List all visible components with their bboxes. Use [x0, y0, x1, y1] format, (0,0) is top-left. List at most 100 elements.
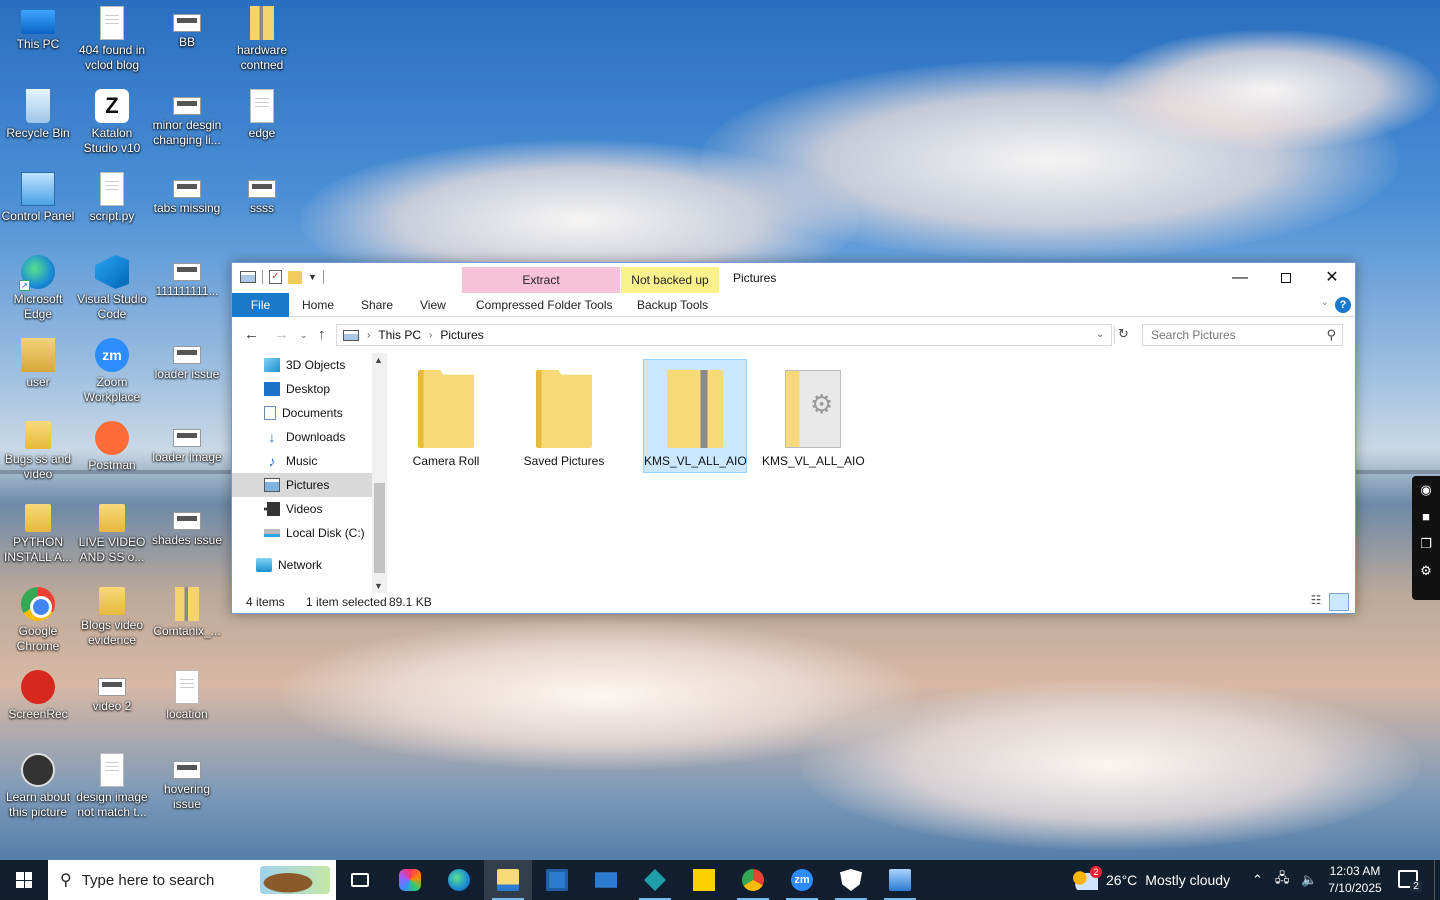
desktop-icon-blogs-video[interactable]: Blogs video evidence [74, 581, 150, 648]
maximize-button[interactable] [1263, 263, 1309, 293]
tab-backup-tools[interactable]: Backup Tools [627, 293, 718, 317]
desktop-icon-microsoft-edge[interactable]: ↗ Microsoft Edge [0, 249, 76, 322]
desktop-icon-screenrec[interactable]: ScreenRec [0, 664, 76, 722]
taskbar-search-box[interactable]: ⚲ Type here to search [48, 860, 336, 900]
nav-pane-scrollbar[interactable]: ▲ ▼ [372, 353, 387, 593]
title-bar[interactable]: ✓ ▼ Extract Not backed up Pictures — ✕ [232, 263, 1355, 293]
taskbar-copilot[interactable] [386, 860, 434, 900]
desktop-icon-design-image[interactable]: design image not match t... [74, 747, 150, 820]
taskbar-sticky-notes[interactable] [680, 860, 728, 900]
notification-center-button[interactable]: 2 [1398, 870, 1422, 892]
desktop-icon-shades-issue[interactable]: shades issue [149, 498, 225, 548]
nav-item-videos[interactable]: Videos [232, 497, 372, 521]
desktop-icon-bb[interactable]: BB [149, 0, 225, 50]
desktop-icon-this-pc[interactable]: This PC [0, 0, 76, 52]
expand-ribbon-icon[interactable]: ⌄ [1321, 297, 1329, 308]
taskbar-remote-desktop[interactable] [876, 860, 924, 900]
refresh-button[interactable]: ↻ [1114, 326, 1132, 344]
chevron-right-icon[interactable]: › [429, 330, 432, 341]
breadcrumb-pictures[interactable]: Pictures [440, 328, 483, 342]
desktop-icon-live-video[interactable]: LIVE VIDEO AND SS o... [74, 498, 150, 565]
chevron-right-icon[interactable]: › [367, 330, 370, 341]
desktop-icon-control-panel[interactable]: Control Panel [0, 166, 76, 224]
weather-widget[interactable]: 2 26°C Mostly cloudy [1072, 860, 1230, 900]
nav-item-pictures[interactable]: Pictures [232, 473, 372, 497]
desktop-icon-111111111[interactable]: 111111111... [149, 249, 225, 299]
desktop-icon-hardware-contned[interactable]: hardware contned [224, 0, 300, 73]
search-input[interactable]: Search Pictures ⚲ [1142, 324, 1343, 346]
desktop-icon-minor-desgin[interactable]: minor desgin changing li... [149, 83, 225, 148]
desktop-icon-zoom[interactable]: zm Zoom Workplace [74, 332, 150, 405]
close-button[interactable]: ✕ [1309, 263, 1355, 293]
tab-home[interactable]: Home [292, 293, 344, 317]
taskbar-mail[interactable] [582, 860, 630, 900]
file-item-camera-roll[interactable]: Camera Roll [394, 359, 498, 473]
desktop-icon-learn-about[interactable]: Learn about this picture [0, 747, 76, 820]
large-icons-view-button[interactable] [1329, 593, 1349, 611]
nav-item-3d-objects[interactable]: 3D Objects [232, 353, 372, 377]
taskbar-zoom[interactable]: zm [778, 860, 826, 900]
taskbar-store[interactable] [533, 860, 581, 900]
new-folder-icon[interactable] [288, 270, 302, 284]
network-icon[interactable]: 🖧 [1275, 869, 1290, 891]
desktop-icon-ssss[interactable]: ssss [224, 166, 300, 216]
desktop-icon-katalon[interactable]: Katalon Studio v10 [74, 83, 150, 156]
desktop-icon-comtanix[interactable]: Comtanix_... [149, 581, 225, 639]
breadcrumb-this-pc[interactable]: This PC [378, 328, 421, 342]
recent-locations-button[interactable]: ⌄ [300, 330, 308, 341]
scroll-up-icon[interactable]: ▲ [374, 355, 383, 365]
taskbar-file-explorer[interactable] [484, 860, 532, 900]
desktop-icon-hovering-issue[interactable]: hovering issue [149, 747, 225, 812]
properties-icon[interactable]: ✓ [269, 270, 282, 284]
desktop-icon-recycle-bin[interactable]: Recycle Bin [0, 83, 76, 141]
scrollbar-thumb[interactable] [374, 483, 385, 573]
nav-item-desktop[interactable]: Desktop [232, 377, 372, 401]
volume-icon[interactable]: 🔈 [1301, 872, 1317, 888]
start-button[interactable] [0, 860, 48, 900]
tab-file[interactable]: File [232, 293, 289, 317]
forward-button[interactable]: → [274, 326, 289, 343]
context-tab-extract[interactable]: Extract [462, 267, 620, 293]
desktop-icon-google-chrome[interactable]: Google Chrome [0, 581, 76, 654]
desktop-icon-loader-image[interactable]: loader image [149, 415, 225, 465]
nav-item-local-disk[interactable]: Local Disk (C:) [232, 521, 372, 545]
video-camera-icon[interactable]: ■ [1412, 503, 1440, 530]
taskbar-security[interactable] [827, 860, 875, 900]
file-item-kms-zip[interactable]: KMS_VL_ALL_AIO [643, 359, 747, 473]
task-view-button[interactable] [336, 860, 384, 900]
show-hidden-icons-chevron-up-icon[interactable]: ⌃ [1252, 872, 1263, 888]
tab-view[interactable]: View [410, 293, 456, 317]
context-tab-not-backed-up[interactable]: Not backed up [621, 267, 719, 293]
file-item-kms-folder[interactable]: KMS_VL_ALL_AIO [761, 359, 865, 473]
address-bar[interactable]: › This PC › Pictures [336, 324, 1112, 346]
nav-item-network[interactable]: Network [232, 553, 372, 577]
details-view-button[interactable]: ☷ [1307, 593, 1325, 611]
desktop-icon-python-install[interactable]: PYTHON INSTALL A... [0, 498, 76, 565]
nav-item-documents[interactable]: Documents [232, 401, 372, 425]
desktop-icon-loader-issue[interactable]: loader issue [149, 332, 225, 382]
desktop-icon-tabs-missing[interactable]: tabs missing [149, 166, 225, 216]
back-button[interactable]: ← [244, 326, 259, 343]
nav-item-downloads[interactable]: ↓ Downloads [232, 425, 372, 449]
desktop-icon-bugs-ss[interactable]: Bugs ss and video [0, 415, 76, 482]
taskbar-chrome[interactable] [729, 860, 777, 900]
desktop-icon-video-2[interactable]: video 2 [74, 664, 150, 714]
up-button[interactable]: ↑ [318, 326, 326, 343]
desktop-icon-script-py[interactable]: script.py [74, 166, 150, 224]
show-desktop-button[interactable] [1434, 860, 1440, 900]
taskbar-edge[interactable] [435, 860, 483, 900]
desktop-icon-edge-file[interactable]: edge [224, 83, 300, 141]
desktop-icon-user[interactable]: user [0, 332, 76, 390]
desktop-icon-location[interactable]: location [149, 664, 225, 722]
customize-qat-icon[interactable]: ▼ [308, 272, 317, 282]
desktop-icon-postman[interactable]: Postman [74, 415, 150, 473]
clock[interactable]: 12:03 AM 7/10/2025 [1318, 863, 1392, 897]
scroll-down-icon[interactable]: ▼ [374, 581, 383, 591]
tab-share[interactable]: Share [351, 293, 403, 317]
address-dropdown-icon[interactable]: ⌄ [1096, 329, 1104, 340]
desktop-icon-404-found[interactable]: 404 found in vclod blog [74, 0, 150, 73]
minimize-button[interactable]: — [1217, 263, 1263, 293]
windows-icon[interactable]: ❐ [1412, 530, 1440, 557]
nav-item-music[interactable]: ♪ Music [232, 449, 372, 473]
taskbar-katalon[interactable] [631, 860, 679, 900]
